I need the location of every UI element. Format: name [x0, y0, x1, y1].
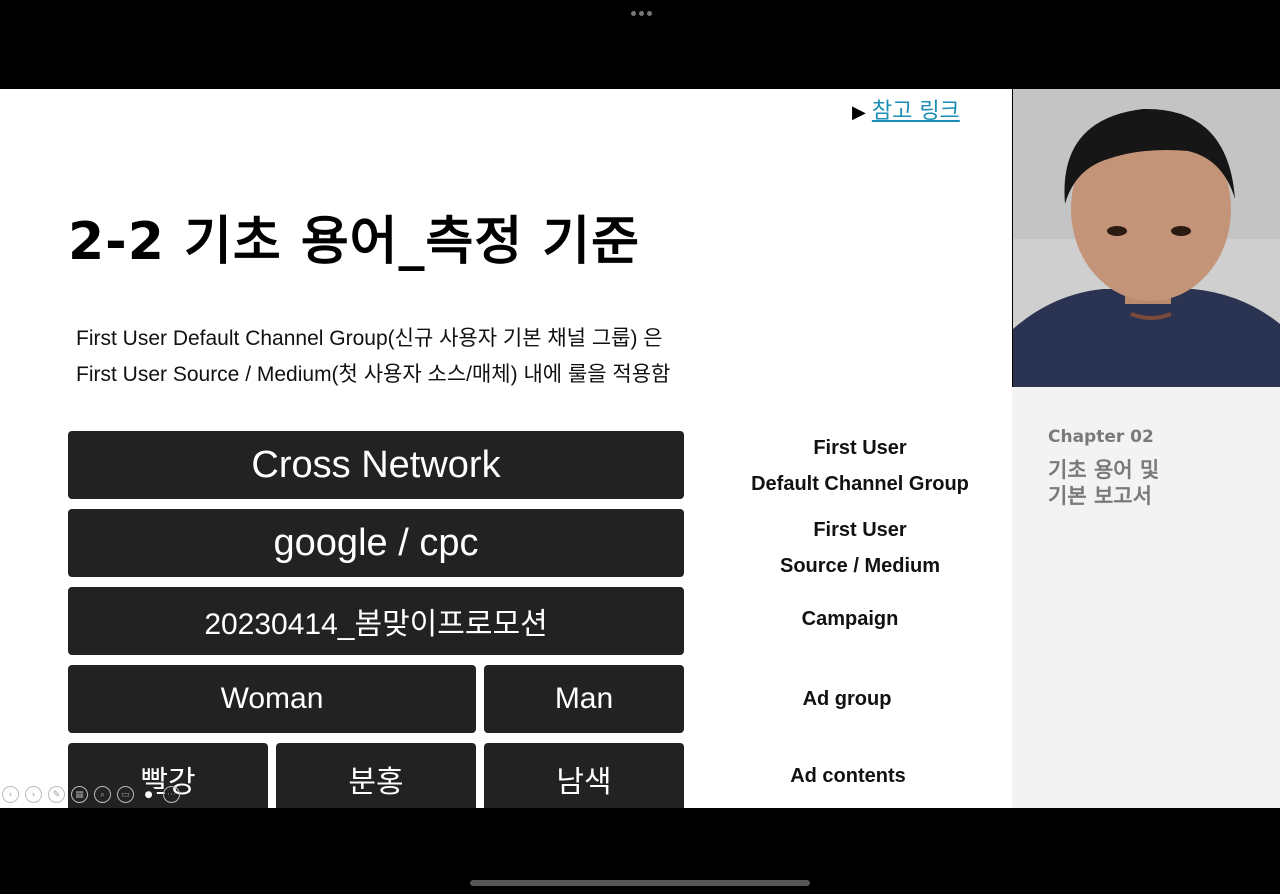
slideshow-toolbar: ‹ › ✎ ▦ ⌕ ▭ ● ⋯	[2, 786, 180, 803]
slides-grid-icon[interactable]: ▦	[71, 786, 88, 803]
play-triangle-icon: ▶	[852, 102, 866, 123]
presenter-silhouette-icon	[1013, 89, 1280, 387]
channel-group-label: First User Default Channel Group	[740, 430, 980, 502]
reference-link-anchor[interactable]: 참고 링크	[872, 99, 960, 124]
ad-contents-label: Ad contents	[790, 765, 906, 787]
ad-group-label: Ad group	[802, 688, 892, 710]
description-line-2: First User Source / Medium(첫 사용자 소스/매체) …	[76, 363, 671, 386]
ad-group-woman-box: Woman	[68, 665, 476, 733]
source-medium-box: google / cpc	[68, 509, 684, 577]
previous-icon[interactable]: ‹	[2, 786, 19, 803]
next-icon[interactable]: ›	[25, 786, 42, 803]
campaign-box: 20230414_봄맞이프로모션	[68, 587, 684, 655]
chapter-title-line-1: 기초 용어 및	[1048, 458, 1160, 482]
subtitles-icon[interactable]: ▭	[117, 786, 134, 803]
bottom-bar	[0, 808, 1280, 894]
reference-link: ▶ 참고 링크	[852, 93, 960, 125]
home-indicator[interactable]	[470, 880, 810, 886]
channel-group-label-line-2: Default Channel Group	[751, 473, 969, 495]
window-menu-dots-icon[interactable]	[628, 8, 654, 18]
channel-group-label-line-1: First User	[813, 437, 907, 459]
pen-icon[interactable]: ✎	[48, 786, 65, 803]
ad-content-navy-box: 남색	[484, 743, 684, 808]
channel-group-box: Cross Network	[68, 431, 684, 499]
ad-content-pink-box: 분홍	[276, 743, 476, 808]
chapter-number: Chapter 02	[1048, 427, 1154, 447]
chapter-title: 기초 용어 및 기본 보고서	[1048, 457, 1159, 509]
source-medium-label: First User Source / Medium	[740, 512, 980, 584]
source-medium-label-line-1: First User	[813, 519, 907, 541]
slide-description: First User Default Channel Group(신규 사용자 …	[76, 321, 670, 393]
presentation-slide: ▶ 참고 링크 2-2 기초 용어_측정 기준 First User Defaul…	[0, 89, 1012, 808]
slide-title: 2-2 기초 용어_측정 기준	[68, 212, 640, 272]
chapter-title-line-2: 기본 보고서	[1048, 484, 1152, 508]
description-line-1: First User Default Channel Group(신규 사용자 …	[76, 327, 663, 350]
presenter-webcam-video	[1013, 89, 1280, 387]
zoom-icon[interactable]: ⌕	[94, 786, 111, 803]
top-bar	[0, 0, 1280, 89]
more-icon[interactable]: ⋯	[163, 786, 180, 803]
source-medium-label-line-2: Source / Medium	[779, 555, 941, 577]
camera-icon[interactable]: ●	[140, 786, 157, 803]
campaign-label: Campaign	[801, 608, 899, 630]
chapter-side-panel: Chapter 02 기초 용어 및 기본 보고서	[1012, 387, 1280, 808]
ad-group-man-box: Man	[484, 665, 684, 733]
